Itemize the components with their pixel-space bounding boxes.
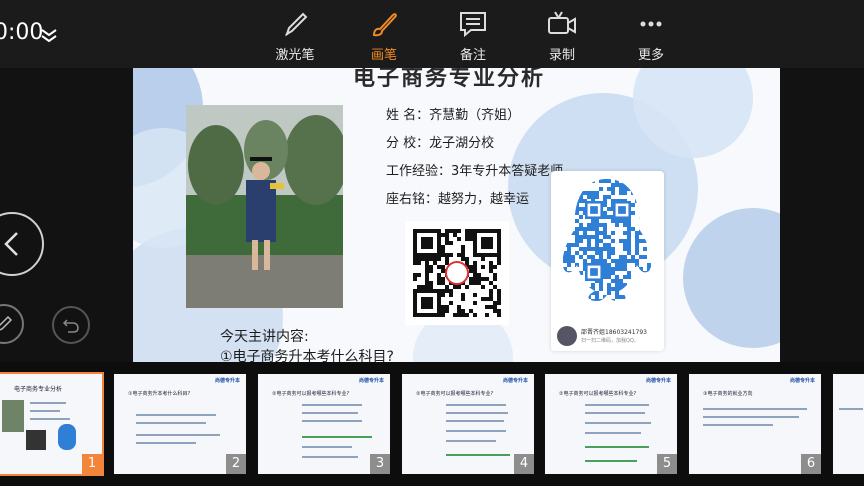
info-experience-label: 工作经验： — [386, 164, 452, 179]
info-branch-row: 分 校：龙子湖分校 — [386, 132, 494, 151]
thumbnail-title: ①电子商务升本考什么科目? — [128, 391, 191, 397]
thumbnail-logo: 尚德专升本 — [358, 378, 384, 384]
notes-icon — [460, 12, 486, 38]
lesson-heading: 今天主讲内容: — [220, 329, 309, 345]
thumbnail-title: ②电子商务可以报考哪些本科专业? — [272, 391, 350, 397]
brush-label: 画笔 — [370, 48, 397, 63]
collapse-chevron-icon[interactable] — [40, 26, 58, 44]
brush-icon — [372, 13, 397, 37]
notes-label: 备注 — [459, 48, 486, 63]
brush-tool[interactable]: 画笔 — [352, 6, 416, 64]
thumbnail-number: 1 — [82, 454, 102, 474]
pen-button[interactable] — [0, 304, 24, 344]
thumbnail-logo: 尚德专升本 — [789, 378, 815, 384]
thumbnail-logo: 尚德专升本 — [214, 378, 240, 384]
thumbnail-title: 电子商务专业分析 — [14, 386, 63, 393]
thumbnail-title: ②电子商务可以报考哪些本科专业? — [559, 391, 637, 397]
lesson-item: ①电子商务升本考什么科目? — [220, 349, 394, 362]
info-motto-value: 越努力，越幸运 — [438, 192, 530, 207]
undo-icon — [62, 319, 79, 333]
qq-qr-card: 邵晋齐姐18603241793 扫一扫二维码，加我QQ。 — [551, 171, 664, 351]
slide-thumbnail-strip: 电子商务专业分析 1 尚德专升本 ①电子商务升本考什么科目? 2 尚德专升本 ②… — [0, 362, 864, 486]
thumbnail-qr — [26, 430, 46, 450]
info-name-value: 齐慧勤（齐姐） — [429, 108, 521, 123]
record-tool[interactable]: 录制 — [530, 6, 594, 64]
thumbnail-logo: 尚德专升本 — [645, 378, 671, 384]
teacher-photo — [186, 105, 343, 308]
record-label: 录制 — [548, 48, 575, 63]
undo-button[interactable] — [52, 306, 90, 344]
more-label: 更多 — [637, 48, 664, 63]
thumbnail-slide-5[interactable]: 尚德专升本 ②电子商务可以报考哪些本科专业? 5 — [545, 374, 677, 474]
info-motto-row: 座右铭：越努力，越幸运 — [386, 188, 529, 207]
chevron-left-icon — [4, 232, 18, 256]
thumbnail-slide-2[interactable]: 尚德专升本 ①电子商务升本考什么科目? 2 — [114, 374, 246, 474]
info-name-label: 姓 名： — [386, 108, 430, 123]
presentation-screen: 0:00 激光笔 画笔 备注 录制 更多 电子商务专业分析 姓 名：齐慧勤（齐姐… — [0, 0, 864, 486]
previous-slide-button[interactable] — [0, 212, 44, 276]
info-branch-value: 龙子湖分校 — [429, 136, 495, 151]
thumbnail-logo: 尚德专升本 — [502, 378, 528, 384]
slide-title: 电子商务专业分析 — [353, 68, 546, 91]
thumbnail-number: 4 — [514, 454, 534, 474]
info-experience-value: 3年专升本答疑老师 — [451, 164, 564, 179]
timer-display: 0:00 — [0, 20, 44, 45]
laser-pen-icon — [285, 12, 308, 37]
avatar — [557, 326, 577, 346]
laser-pen-label: 激光笔 — [275, 48, 315, 63]
thumbnail-title: ②电子商务可以报考哪些本科专业? — [416, 391, 494, 397]
thumbnail-number: 3 — [370, 454, 390, 474]
wechat-qr-code — [405, 221, 509, 325]
thumbnail-slide-4[interactable]: 尚德专升本 ②电子商务可以报考哪些本科专业? 4 — [402, 374, 534, 474]
more-icon — [640, 21, 662, 27]
thumbnail-qr — [58, 424, 76, 450]
current-slide[interactable]: 电子商务专业分析 姓 名：齐慧勤（齐姐） 分 校：龙子湖分校 工作经验：3年专升… — [133, 68, 780, 362]
info-experience-row: 工作经验：3年专升本答疑老师 — [386, 160, 563, 179]
laser-pen-tool[interactable]: 激光笔 — [263, 6, 327, 64]
thumbnail-number: 2 — [226, 454, 246, 474]
thumbnail-slide-3[interactable]: 尚德专升本 ②电子商务可以报考哪些本科专业? 3 — [258, 374, 390, 474]
top-toolbar: 0:00 激光笔 画笔 备注 录制 更多 — [0, 0, 864, 68]
more-tool[interactable]: 更多 — [619, 6, 683, 64]
info-motto-label: 座右铭： — [386, 192, 439, 207]
thumbnail-title: ③电子商务的就业方向 — [703, 391, 753, 397]
qq-card-name: 邵晋齐姐18603241793 — [581, 329, 647, 336]
info-branch-label: 分 校： — [386, 136, 430, 151]
thumbnail-slide-7[interactable] — [833, 374, 864, 474]
thumbnail-photo — [2, 400, 24, 432]
thumbnail-slide-1[interactable]: 电子商务专业分析 1 — [0, 372, 104, 476]
thumbnail-slide-6[interactable]: 尚德专升本 ③电子商务的就业方向 6 — [689, 374, 821, 474]
record-icon — [548, 11, 576, 34]
thumbnail-number: 5 — [657, 454, 677, 474]
thumbnail-number: 6 — [801, 454, 821, 474]
qq-card-subtitle: 扫一扫二维码，加我QQ。 — [581, 338, 639, 344]
pen-icon — [0, 315, 13, 331]
info-name-row: 姓 名：齐慧勤（齐姐） — [386, 104, 520, 123]
notes-tool[interactable]: 备注 — [441, 6, 505, 64]
